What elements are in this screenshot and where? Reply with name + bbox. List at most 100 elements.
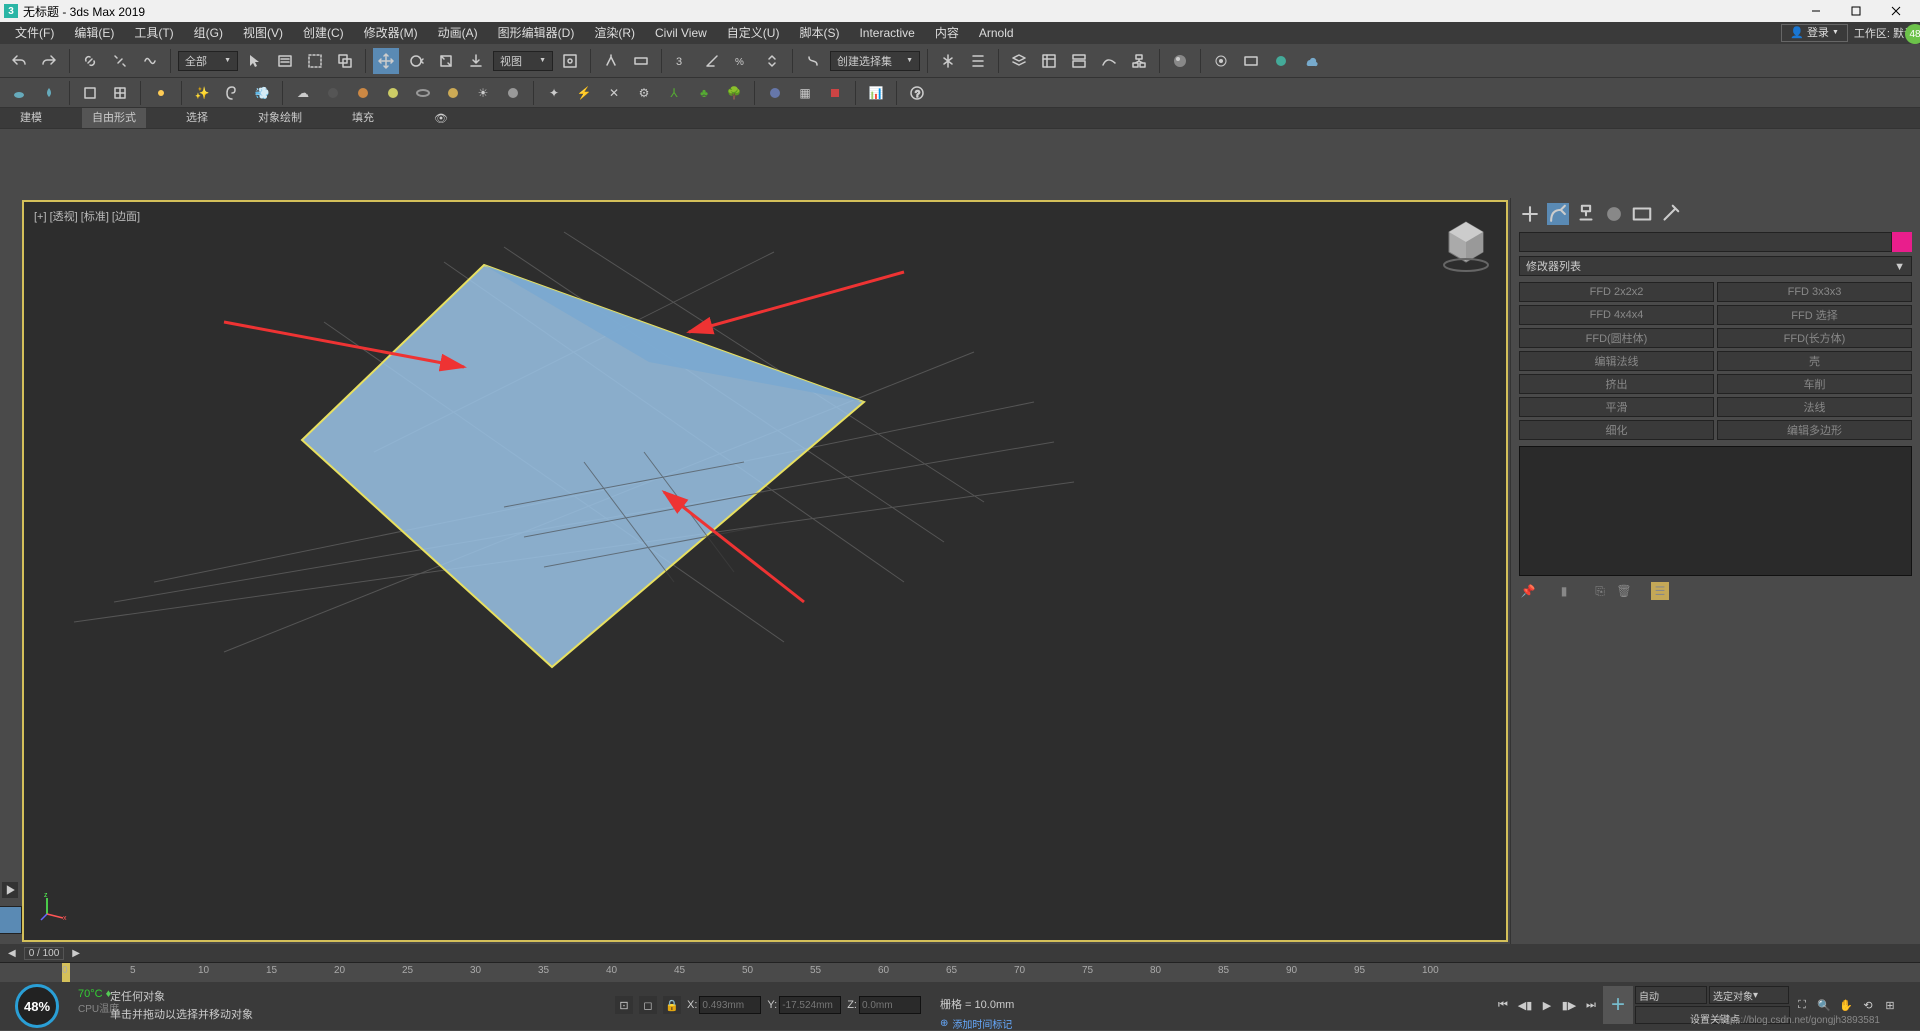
orbit-icon[interactable]: ⟲ (1858, 995, 1878, 1015)
material-button[interactable] (1167, 48, 1193, 74)
viewport-layout-button[interactable] (0, 906, 22, 934)
time-right-icon[interactable]: ▶ (72, 948, 80, 959)
select-name-button[interactable] (272, 48, 298, 74)
mod-editpoly[interactable]: 编辑多边形 (1717, 420, 1912, 440)
minimize-button[interactable] (1796, 0, 1836, 22)
modify-tab-icon[interactable] (1547, 203, 1569, 225)
ribbon-tab-paint[interactable]: 对象绘制 (248, 108, 312, 128)
manipulate-button[interactable] (598, 48, 624, 74)
align-button[interactable] (965, 48, 991, 74)
modifier-stack[interactable] (1519, 446, 1912, 576)
ribbon-toggle-button[interactable] (1066, 48, 1092, 74)
grid1-icon[interactable] (77, 80, 103, 106)
x-input[interactable] (699, 996, 761, 1014)
lockselect-icon[interactable]: 🔒 (663, 996, 681, 1014)
add-time-tag[interactable]: ⊕添加时间标记 (940, 1016, 1012, 1031)
menu-create[interactable]: 创建(C) (293, 22, 354, 44)
red-icon[interactable] (822, 80, 848, 106)
menu-edit[interactable]: 编辑(E) (64, 22, 124, 44)
tree2-icon[interactable]: 🌳 (721, 80, 747, 106)
login-button[interactable]: 👤登录▼ (1781, 24, 1848, 42)
menu-views[interactable]: 视图(V) (233, 22, 293, 44)
mod-ffdsel[interactable]: FFD 选择 (1717, 305, 1912, 325)
menu-tools[interactable]: 工具(T) (124, 22, 183, 44)
mod-ffd333[interactable]: FFD 3x3x3 (1717, 282, 1912, 302)
sun-icon[interactable]: ☀ (470, 80, 496, 106)
pin-stack-icon[interactable]: 📌 (1519, 582, 1537, 600)
key-button[interactable]: + (1603, 986, 1633, 1024)
pan-icon[interactable]: ✋ (1836, 995, 1856, 1015)
mod-shell[interactable]: 壳 (1717, 351, 1912, 371)
ring-icon[interactable] (410, 80, 436, 106)
unlink-button[interactable] (107, 48, 133, 74)
isolate-icon[interactable]: ◻ (639, 996, 657, 1014)
menu-civil[interactable]: Civil View (645, 22, 717, 44)
star-icon[interactable]: ✦ (541, 80, 567, 106)
menu-graph[interactable]: 图形编辑器(D) (488, 22, 585, 44)
viewcube[interactable] (1441, 217, 1491, 267)
teapot-icon[interactable] (6, 80, 32, 106)
keyboard-button[interactable] (628, 48, 654, 74)
ribbon-toggle-icon[interactable]: 👁 (434, 112, 448, 125)
sphere-dark-icon[interactable] (320, 80, 346, 106)
utilities-tab-icon[interactable] (1659, 203, 1681, 225)
force-icon[interactable]: 💨 (249, 80, 275, 106)
scale-button[interactable] (433, 48, 459, 74)
rotate-button[interactable] (403, 48, 429, 74)
select-button[interactable] (242, 48, 268, 74)
render-cloud-button[interactable] (1298, 48, 1324, 74)
maximize-vp-icon[interactable]: ⛶ (1792, 995, 1812, 1015)
refcoord-select[interactable]: 视图▼ (493, 51, 553, 71)
mod-ffd222[interactable]: FFD 2x2x2 (1519, 282, 1714, 302)
planet-icon[interactable] (762, 80, 788, 106)
pivot-button[interactable] (557, 48, 583, 74)
zoom-icon[interactable]: 🔍 (1814, 995, 1834, 1015)
compass-icon[interactable]: ✕ (601, 80, 627, 106)
mod-ffdcyl[interactable]: FFD(圆柱体) (1519, 328, 1714, 348)
angle-snap-button[interactable] (699, 48, 725, 74)
notification-badge[interactable]: 48 (1905, 24, 1920, 44)
menu-interactive[interactable]: Interactive (849, 22, 924, 44)
gear-icon[interactable]: ⚙ (631, 80, 657, 106)
menu-file[interactable]: 文件(F) (5, 22, 64, 44)
cloud-icon[interactable]: ☁ (290, 80, 316, 106)
y-input[interactable] (779, 996, 841, 1014)
time-left-icon[interactable]: ◀ (8, 948, 16, 959)
modifier-list-dropdown[interactable]: 修改器列表▼ (1519, 256, 1912, 276)
place-button[interactable] (463, 48, 489, 74)
selected-obj-select[interactable]: 选定对象 ▾ (1709, 986, 1789, 1004)
help-icon[interactable]: ? (904, 80, 930, 106)
particle-icon[interactable]: ✨ (189, 80, 215, 106)
mod-normal[interactable]: 法线 (1717, 397, 1912, 417)
chart-icon[interactable]: 📊 (863, 80, 889, 106)
menu-script[interactable]: 脚本(S) (789, 22, 849, 44)
grass-icon[interactable]: ⅄ (661, 80, 687, 106)
selectionset-select[interactable]: 创建选择集▼ (830, 51, 920, 71)
render-frame-button[interactable] (1238, 48, 1264, 74)
lock-icon[interactable]: ⊡ (615, 996, 633, 1014)
play-icon[interactable]: ▶ (1537, 995, 1557, 1015)
sphere-orange-icon[interactable] (350, 80, 376, 106)
display-tab-icon[interactable] (1631, 203, 1653, 225)
cubes-icon[interactable]: ▦ (792, 80, 818, 106)
gold-sphere-icon[interactable] (440, 80, 466, 106)
close-button[interactable] (1876, 0, 1916, 22)
unique-icon[interactable]: ⎘ (1591, 582, 1609, 600)
goto-end-icon[interactable]: ⏭ (1581, 995, 1601, 1015)
window-crossing-button[interactable] (332, 48, 358, 74)
mod-smooth[interactable]: 平滑 (1519, 397, 1714, 417)
move-button[interactable] (373, 48, 399, 74)
editset-button[interactable] (800, 48, 826, 74)
object-color-swatch[interactable] (1892, 232, 1912, 252)
menu-group[interactable]: 组(G) (184, 22, 233, 44)
menu-arnold[interactable]: Arnold (969, 22, 1024, 44)
ribbon-tab-fill[interactable]: 填充 (342, 108, 384, 128)
viewport-label[interactable]: [+] [透视] [标准] [边面] (34, 208, 140, 224)
mod-tessellate[interactable]: 细化 (1519, 420, 1714, 440)
create-tab-icon[interactable] (1519, 203, 1541, 225)
configure-sets-icon[interactable]: ☰ (1651, 582, 1669, 600)
menu-render[interactable]: 渲染(R) (584, 22, 645, 44)
remove-mod-icon[interactable]: 🗑 (1615, 582, 1633, 600)
spinner-snap-button[interactable] (759, 48, 785, 74)
sphere-grey-icon[interactable] (500, 80, 526, 106)
